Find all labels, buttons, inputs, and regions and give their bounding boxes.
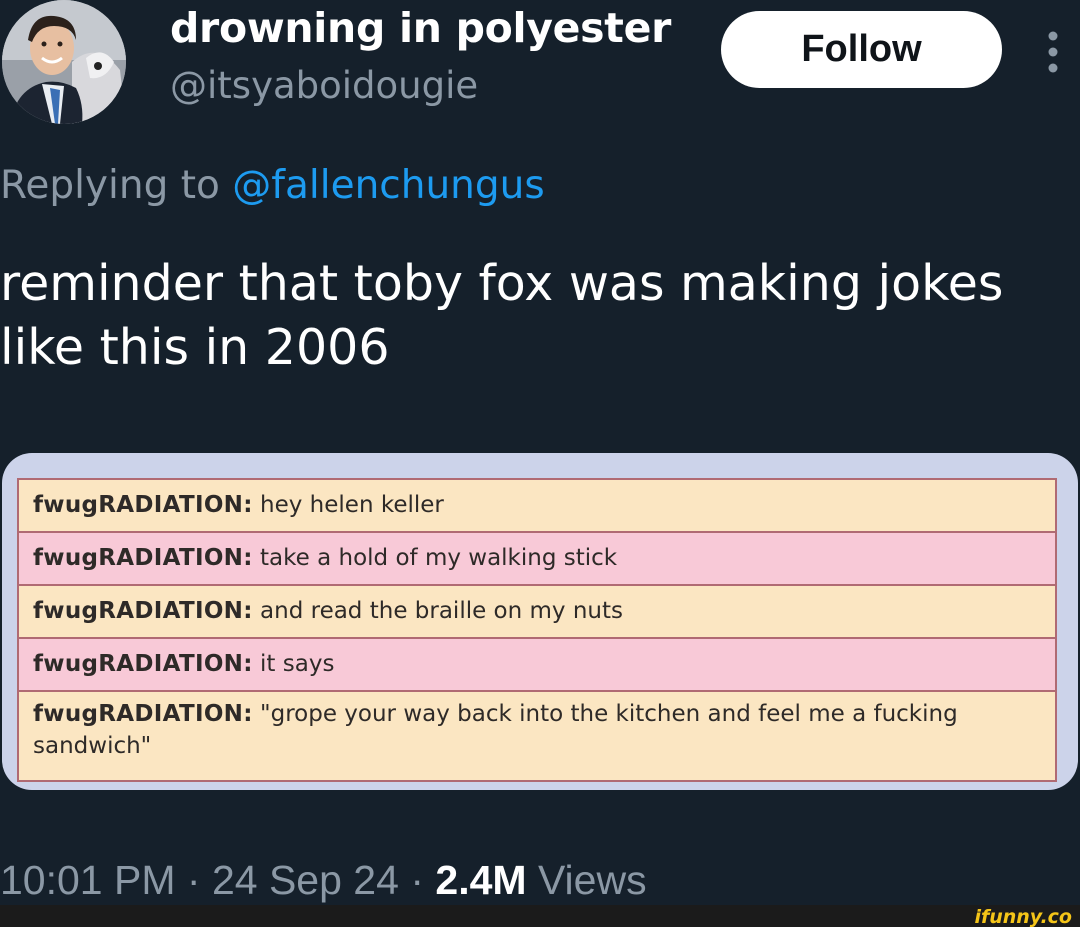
tweet-meta: 10:01 PM · 24 Sep 24 · 2.4M Views [0, 857, 647, 904]
views-label: Views [537, 857, 647, 903]
chat-row: fwugRADIATION: hey helen keller [19, 480, 1055, 533]
avatar[interactable] [2, 0, 126, 124]
chat-row: fwugRADIATION: "grope your way back into… [19, 692, 1055, 780]
chat-log-image[interactable]: fwugRADIATION: hey helen keller fwugRADI… [2, 453, 1078, 790]
chat-username: fwugRADIATION: [33, 545, 253, 571]
reply-prefix: Replying to [0, 163, 220, 208]
meta-separator: · [410, 857, 424, 903]
chat-row: fwugRADIATION: it says [19, 639, 1055, 692]
tweet-date[interactable]: 24 Sep 24 [212, 857, 399, 903]
reply-mention-link[interactable]: @fallenchungus [232, 163, 544, 208]
reply-context: Replying to @fallenchungus [0, 163, 545, 208]
follow-button[interactable]: Follow [721, 11, 1002, 88]
ifunny-watermark-logo: ifunny.co [974, 906, 1072, 927]
chat-username: fwugRADIATION: [33, 701, 253, 727]
more-options-icon[interactable] [1040, 30, 1066, 74]
tweet-text: reminder that toby fox was making jokes … [0, 255, 1004, 376]
avatar-photo [2, 0, 126, 124]
chat-log: fwugRADIATION: hey helen keller fwugRADI… [17, 478, 1057, 782]
chat-message: take a hold of my walking stick [260, 545, 618, 571]
chat-row: fwugRADIATION: and read the braille on m… [19, 586, 1055, 639]
chat-message: hey helen keller [260, 492, 444, 518]
svg-text:ifunny.co: ifunny.co [974, 906, 1072, 927]
user-handle[interactable]: @itsyaboidougie [170, 64, 478, 107]
chat-row: fwugRADIATION: take a hold of my walking… [19, 533, 1055, 586]
views-count: 2.4M [435, 857, 527, 903]
chat-username: fwugRADIATION: [33, 651, 253, 677]
watermark-bar [0, 905, 1080, 927]
display-name[interactable]: drowning in polyester [170, 4, 671, 52]
chat-username: fwugRADIATION: [33, 598, 253, 624]
meta-separator: · [186, 857, 201, 903]
chat-message: and read the braille on my nuts [260, 598, 623, 624]
tweet-time[interactable]: 10:01 PM [0, 857, 176, 903]
chat-username: fwugRADIATION: [33, 492, 253, 518]
chat-message: it says [260, 651, 335, 677]
